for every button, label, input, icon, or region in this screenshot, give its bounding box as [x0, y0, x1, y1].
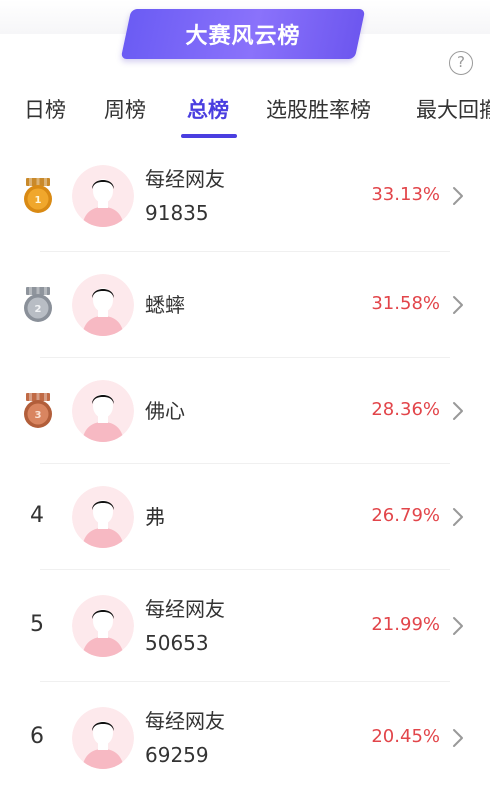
active-tab-indicator — [181, 134, 237, 138]
tab-overall[interactable]: 总榜 — [187, 94, 229, 124]
bronze-medal-icon: 3 — [20, 391, 56, 431]
rank-number: 2 — [35, 304, 42, 315]
tab-stock-pick-win-rate[interactable]: 选股胜率榜 — [266, 94, 371, 124]
tab-weekly[interactable]: 周榜 — [104, 94, 146, 124]
return-rate: 21.99% — [371, 614, 440, 635]
tab-max-drawdown[interactable]: 最大回撤 — [416, 94, 490, 124]
ranking-row[interactable]: 2 蟋蟀 31.58% — [0, 252, 490, 358]
user-id: 50653 — [145, 631, 209, 655]
avatar[interactable] — [72, 707, 134, 769]
ranking-row[interactable]: 6 每经网友 69259 20.45% — [0, 682, 490, 793]
ranking-row[interactable]: 3 佛心 28.36% — [0, 358, 490, 464]
avatar[interactable] — [72, 380, 134, 442]
user-id: 69259 — [145, 743, 209, 767]
avatar[interactable] — [72, 486, 134, 548]
rank-number: 1 — [35, 195, 42, 206]
rank-number: 4 — [30, 503, 44, 528]
chevron-right-icon[interactable] — [452, 186, 464, 206]
chevron-right-icon[interactable] — [452, 295, 464, 315]
ranking-row[interactable]: 5 每经网友 50653 21.99% — [0, 570, 490, 682]
question-circle-icon[interactable]: ? — [449, 51, 473, 75]
chevron-right-icon[interactable] — [452, 401, 464, 421]
tab-daily[interactable]: 日榜 — [24, 94, 66, 124]
user-name: 弗 — [145, 505, 165, 529]
user-name: 每经网友 — [145, 167, 225, 191]
user-name: 每经网友 — [145, 597, 225, 621]
user-name: 佛心 — [145, 399, 185, 423]
chevron-right-icon[interactable] — [452, 728, 464, 748]
page-title: 大赛风云榜 — [185, 24, 301, 49]
ranking-row[interactable]: 1 每经网友 91835 33.13% — [0, 140, 490, 252]
avatar[interactable] — [72, 165, 134, 227]
return-rate: 31.58% — [371, 293, 440, 314]
chevron-right-icon[interactable] — [452, 616, 464, 636]
tab-bar: 日榜 周榜 总榜 选股胜率榜 最大回撤 — [0, 86, 490, 140]
user-name: 每经网友 — [145, 709, 225, 733]
avatar[interactable] — [72, 595, 134, 657]
user-id: 91835 — [145, 201, 209, 225]
avatar[interactable] — [72, 274, 134, 336]
chevron-right-icon[interactable] — [452, 507, 464, 527]
user-name: 蟋蟀 — [145, 293, 185, 317]
return-rate: 28.36% — [371, 399, 440, 420]
silver-medal-icon: 2 — [20, 285, 56, 325]
return-rate: 26.79% — [371, 505, 440, 526]
leaderboard-page: 大赛风云榜 ? 日榜 周榜 总榜 选股胜率榜 最大回撤 1 每经网友 91835 33… — [0, 0, 490, 793]
ranking-row[interactable]: 4 弗 26.79% — [0, 464, 490, 570]
return-rate: 20.45% — [371, 726, 440, 747]
rank-number: 6 — [30, 724, 44, 749]
gold-medal-icon: 1 — [20, 176, 56, 216]
rank-number: 5 — [30, 612, 44, 637]
return-rate: 33.13% — [371, 184, 440, 205]
rank-number: 3 — [35, 410, 42, 421]
